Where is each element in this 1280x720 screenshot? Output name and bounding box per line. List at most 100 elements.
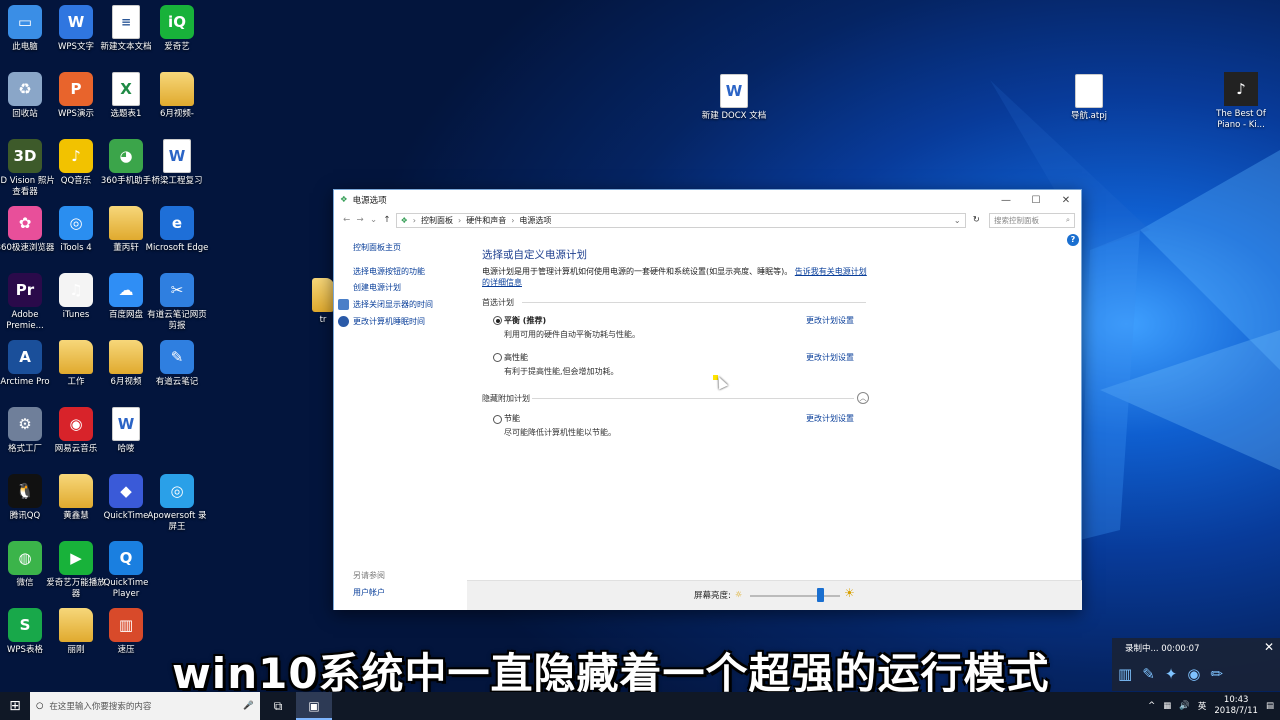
desktop-icon-label: Microsoft Edge — [145, 243, 209, 253]
iqiyi-icon: iQ — [160, 5, 194, 39]
microphone-icon[interactable]: 🎤 — [243, 701, 254, 711]
folder-icon — [59, 474, 93, 508]
folder-icon — [160, 72, 194, 106]
desktop-icon-label: 爱奇艺 — [164, 42, 190, 52]
folder-icon — [109, 206, 143, 240]
notification-icon[interactable]: ▤ — [1266, 701, 1274, 711]
desktop-file-album[interactable]: ♪ The Best Of Piano - Ki... — [1208, 72, 1274, 131]
edit-tool-icon[interactable]: ✏ — [1210, 665, 1223, 683]
task-view-icon[interactable]: ⧉ — [260, 692, 296, 720]
arctime-icon: A — [8, 340, 42, 374]
desktop-icon-folder[interactable]: 6月视频- — [144, 72, 210, 120]
change-plan-settings-power-saver[interactable]: 更改计划设置 — [806, 413, 854, 424]
desktop-icon-quicktime-player[interactable]: Q QuickTime Player — [93, 541, 159, 600]
quicktime-box-icon: ◆ — [109, 474, 143, 508]
preferred-plans-heading: 首选计划 — [482, 298, 514, 307]
computer-icon: ▭ — [8, 5, 42, 39]
breadcrumb-separator-icon: › — [412, 215, 416, 225]
ime-indicator[interactable]: 英 — [1198, 700, 1207, 712]
desktop-icon-word-document[interactable]: W 哈喽 — [93, 407, 159, 455]
network-icon[interactable]: ▦ — [1163, 701, 1171, 711]
desktop-file-atpj[interactable]: 导航.atpj — [1056, 74, 1122, 122]
address-dropdown-icon[interactable]: ⌄ — [954, 216, 961, 225]
sidebar-display-off-link[interactable]: 选择关闭显示器的时间 — [353, 299, 433, 310]
taskbar-search-placeholder: 在这里输入你要搜索的内容 — [49, 702, 152, 712]
desktop-icon-edge[interactable]: e Microsoft Edge — [144, 206, 210, 254]
search-control-panel-input[interactable]: 搜索控制面板 ⌕ — [989, 212, 1076, 228]
sidebar-sleep-link[interactable]: 更改计算机睡眠时间 — [353, 316, 425, 327]
recent-chevron-icon[interactable]: ⌄ — [367, 215, 380, 225]
minimize-button[interactable]: — — [991, 195, 1021, 206]
quicktime-player-icon: Q — [109, 541, 143, 575]
sidebar-create-plan-link[interactable]: 创建电源计划 — [353, 282, 401, 293]
close-recording-icon[interactable]: ✕ — [1264, 640, 1274, 654]
dim-sun-icon: ☼ — [735, 590, 743, 599]
desktop-icon-label: 桥梁工程复习 — [151, 176, 203, 186]
wechat-icon: ◍ — [8, 541, 42, 575]
recording-toolbar: ▥ ✎ ✦ ◉ ✏ — [1118, 665, 1223, 683]
wps-spreadsheet-icon: S — [8, 608, 42, 642]
recording-panel: 录制中... 00:00:07 ✕ ▥ ✎ ✦ ◉ ✏ — [1112, 638, 1280, 691]
qq-icon: 🐧 — [8, 474, 42, 508]
breadcrumb-power-options[interactable]: 电源选项 — [519, 215, 551, 226]
brightness-label: 屏幕亮度: — [694, 591, 731, 601]
back-arrow-icon[interactable]: ← — [340, 215, 353, 225]
desktop-icon-label: 6月视频- — [160, 109, 194, 119]
color-tool-icon[interactable]: ◉ — [1187, 665, 1200, 683]
brightness-bar: 屏幕亮度: ☼ ☀ — [467, 580, 1082, 610]
folder-icon — [312, 278, 334, 312]
360-browser-icon: ✿ — [8, 206, 42, 240]
collapse-chevron-icon[interactable]: ︿ — [857, 392, 869, 404]
bright-sun-icon: ☀ — [844, 586, 855, 600]
tray-overflow-icon[interactable]: ^ — [1148, 701, 1155, 711]
highlighter-tool-icon[interactable]: ✦ — [1165, 665, 1178, 683]
volume-icon[interactable]: 🔊 — [1179, 701, 1190, 711]
plan-radio-high-performance[interactable] — [493, 353, 502, 362]
plan-desc-power-saver: 尽可能降低计算机性能以节能。 — [504, 428, 616, 437]
change-plan-settings-high-performance[interactable]: 更改计划设置 — [806, 352, 854, 363]
taskbar-power-options-app[interactable]: ▣ — [296, 692, 332, 720]
search-circle-icon: ○ — [36, 701, 44, 711]
refresh-icon[interactable]: ↻ — [970, 215, 983, 225]
close-button[interactable]: ✕ — [1051, 195, 1081, 206]
chart-tool-icon[interactable]: ▥ — [1118, 665, 1132, 683]
desktop-icon-word-document[interactable]: W 桥梁工程复习 — [144, 139, 210, 187]
baidu-netdisk-icon: ☁ — [109, 273, 143, 307]
desktop-icon-label: 有道云笔记 — [155, 377, 199, 387]
desktop-icon-youdao-clipper[interactable]: ✂ 有道云笔记网页剪报 — [144, 273, 210, 332]
taskbar-clock[interactable]: 10:43 2018/7/11 — [1214, 695, 1258, 717]
page-title: 选择或自定义电源计划 — [482, 249, 587, 261]
desktop-icon-compress[interactable]: ▥ 速压 — [93, 608, 159, 656]
folder-icon — [109, 340, 143, 374]
sidebar-power-button-link[interactable]: 选择电源按钮的功能 — [353, 266, 425, 277]
folder-icon — [59, 608, 93, 642]
taskbar-search-box[interactable]: ○ 在这里输入你要搜索的内容 🎤 — [30, 692, 260, 720]
plan-radio-balanced[interactable] — [493, 316, 502, 325]
desktop-file-docx[interactable]: W 新建 DOCX 文档 — [701, 74, 767, 122]
maximize-button[interactable]: ☐ — [1021, 195, 1051, 206]
desktop-icon-label: 速压 — [117, 645, 135, 655]
page-description: 电源计划是用于管理计算机如何使用电源的一套硬件和系统设置(如显示亮度、睡眠等)。… — [482, 266, 868, 288]
clock-time: 10:43 — [1223, 695, 1249, 705]
desktop-icon-youdao-note[interactable]: ✎ 有道云笔记 — [144, 340, 210, 388]
brightness-slider-track[interactable] — [750, 595, 840, 597]
qq-music-icon: ♪ — [59, 139, 93, 173]
pen-tool-icon[interactable]: ✎ — [1142, 665, 1155, 683]
change-plan-settings-balanced[interactable]: 更改计划设置 — [806, 315, 854, 326]
plan-name-power-saver: 节能 — [504, 414, 520, 423]
desktop-icon-label: 有道云笔记网页剪报 — [147, 310, 207, 331]
brightness-slider-thumb[interactable] — [817, 588, 825, 602]
desktop-icon-apowersoft[interactable]: ◎ Apowersoft 录屏王 — [144, 474, 210, 533]
forward-arrow-icon[interactable]: → — [353, 215, 366, 225]
breadcrumb-hardware-sound[interactable]: 硬件和声音 — [466, 215, 506, 226]
desktop-icon-iqiyi[interactable]: iQ 爱奇艺 — [144, 5, 210, 53]
breadcrumb-control-panel[interactable]: 控制面板 — [421, 215, 453, 226]
360-assistant-icon: ◕ — [109, 139, 143, 173]
up-arrow-icon[interactable]: ↑ — [380, 215, 393, 225]
folder-icon — [59, 340, 93, 374]
plan-radio-power-saver[interactable] — [493, 415, 502, 424]
sidebar-home-link[interactable]: 控制面板主页 — [353, 242, 401, 253]
address-bar[interactable]: ❖ › 控制面板 › 硬件和声音 › 电源选项 ⌄ — [395, 212, 966, 228]
sidebar-user-accounts-link[interactable]: 用户帐户 — [353, 587, 385, 598]
windows-start-icon[interactable]: ⊞ — [0, 692, 30, 720]
